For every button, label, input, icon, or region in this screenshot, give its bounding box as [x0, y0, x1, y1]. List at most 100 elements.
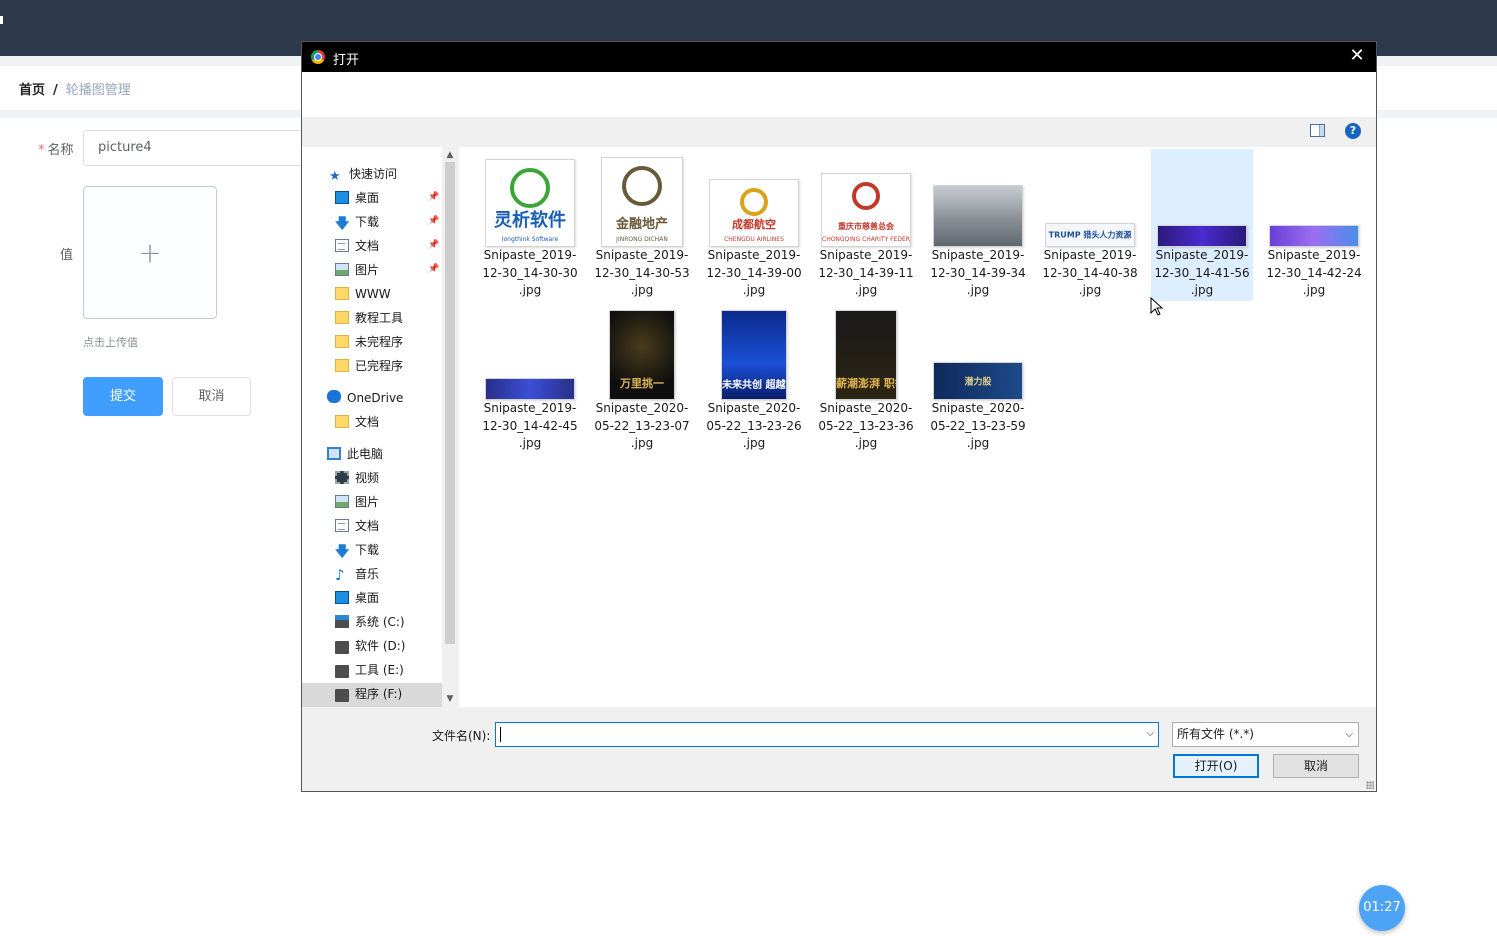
nav-this-pc[interactable]: 此电脑: [327, 444, 383, 464]
nav-item[interactable]: 文档: [335, 516, 379, 536]
nav-item-label: 文档: [355, 519, 380, 533]
nav-item-label: 音乐: [355, 567, 380, 581]
thumbnail-text: 薪潮澎湃 职等你来: [836, 377, 896, 390]
nav-item[interactable]: 🡇 下载: [335, 212, 379, 232]
file-thumbnail: 未来共创 超越梦想: [721, 310, 787, 400]
nav-item[interactable]: 文档: [335, 412, 379, 432]
logo-mark: [510, 168, 550, 208]
nav-item[interactable]: 文档: [335, 236, 379, 256]
nav-item-selected[interactable]: 程序 (F:): [335, 684, 402, 704]
file-tile[interactable]: 万里挑一 Snipaste_2020- 05-22_13-23-07 .jpg: [591, 302, 693, 454]
file-name: Snipaste_2019- 12-30_14-39-34 .jpg: [927, 247, 1029, 300]
file-tile[interactable]: 薪潮澎湃 职等你来 Snipaste_2020- 05-22_13-23-36 .jp…: [815, 302, 917, 454]
file-name-line: 12-30_14-39-34: [930, 265, 1026, 280]
file-tile[interactable]: 成都航空 CHENGDU AIRLINES Snipaste_2019- 12-30_…: [703, 149, 805, 301]
close-icon[interactable]: ✕: [1346, 45, 1368, 67]
picture-icon: [335, 263, 349, 276]
logo-mark: [740, 188, 768, 216]
nav-item[interactable]: 未完程序: [335, 332, 403, 352]
thumbnail-area: 未来共创 超越梦想: [707, 306, 801, 400]
file-thumbnail: [1157, 225, 1247, 247]
file-tile[interactable]: TRUMP 猎头人力资源 Snipaste_2019- 12-30_14-40-38…: [1039, 149, 1141, 301]
open-button[interactable]: 打开(O): [1173, 754, 1259, 778]
nav-item[interactable]: 软件 (D:): [335, 636, 405, 656]
nav-item[interactable]: 教程工具: [335, 308, 403, 328]
download-icon: 🡇: [335, 544, 350, 560]
nav-item[interactable]: 图片: [335, 492, 379, 512]
nav-item[interactable]: 桌面: [335, 188, 379, 208]
pin-icon[interactable]: 📌: [428, 216, 439, 226]
file-thumbnail: 灵析软件 longthink Software: [485, 159, 575, 247]
thumbnail-area: [931, 153, 1025, 247]
file-tile[interactable]: Snipaste_2019- 12-30_14-39-34 .jpg: [927, 149, 1029, 301]
nav-item-label: 程序 (F:): [355, 687, 403, 701]
mouse-cursor-icon: [1150, 297, 1164, 316]
thumbnail-area: 重庆市慈善总会 CHONGQING CHARITY FEDERATION: [819, 153, 913, 247]
scroll-down-icon[interactable]: ▼: [442, 692, 458, 706]
file-tile[interactable]: Snipaste_2019- 12-30_14-42-45 .jpg: [479, 302, 581, 454]
file-tile[interactable]: Snipaste_2019- 12-30_14-42-24 .jpg: [1263, 149, 1365, 301]
filename-label: 文件名(N):: [432, 729, 491, 743]
file-name-line: 12-30_14-39-11: [818, 265, 914, 280]
pin-icon[interactable]: 📌: [428, 240, 439, 250]
text-caret: [500, 727, 501, 742]
thumbnail-area: TRUMP 猎头人力资源: [1043, 153, 1137, 247]
pin-icon[interactable]: 📌: [428, 264, 439, 274]
filetype-select[interactable]: 所有文件 (*.*) ⌵: [1172, 722, 1359, 747]
nav-item-label: 此电脑: [347, 447, 384, 461]
image-uploader[interactable]: +: [83, 186, 217, 319]
cloud-icon: [327, 390, 341, 403]
file-tile[interactable]: 金融地产 JINRONG DICHAN Snipaste_2019- 12-30_14…: [591, 149, 693, 301]
nav-item[interactable]: ♪ 音乐: [335, 564, 379, 584]
picture-icon: [335, 495, 349, 508]
form-cancel-button[interactable]: 取消: [172, 377, 251, 416]
breadcrumb-home[interactable]: 首页: [19, 83, 45, 98]
nav-item[interactable]: 系统 (C:): [335, 612, 405, 632]
timer-badge[interactable]: 01:27: [1359, 885, 1405, 931]
file-name: Snipaste_2020- 05-22_13-23-26 .jpg: [703, 400, 805, 453]
nav-scrollbar-thumb[interactable]: [445, 162, 455, 644]
nav-item[interactable]: 桌面: [335, 588, 379, 608]
thumbnail-area: [1155, 153, 1249, 247]
file-tile[interactable]: 未来共创 超越梦想 Snipaste_2020- 05-22_13-23-26 .jp…: [703, 302, 805, 454]
file-name: Snipaste_2020- 05-22_13-23-36 .jpg: [815, 400, 917, 453]
help-icon[interactable]: ?: [1345, 123, 1361, 139]
nav-quick-access[interactable]: ★ 快速访问: [329, 164, 397, 184]
open-file-dialog: 打开 ✕ ? ★ 快速访问桌面 📌 🡇 下载 📌 文档 📌 图片 📌 WWW 教程工具未完程序已完程序…: [301, 41, 1377, 792]
submit-button[interactable]: 提交: [83, 377, 163, 416]
resize-grip-icon[interactable]: [1366, 781, 1374, 789]
nav-item[interactable]: 已完程序: [335, 356, 403, 376]
nav-item[interactable]: 图片: [335, 260, 379, 280]
file-tile[interactable]: 灵析软件 longthink Software Snipaste_2019- 12-3…: [479, 149, 581, 301]
address-bar[interactable]: [302, 72, 1376, 117]
chevron-down-icon[interactable]: ⌵: [1146, 728, 1154, 739]
file-list: 灵析软件 longthink Software Snipaste_2019- 12-3…: [459, 147, 1376, 707]
scroll-up-icon[interactable]: ▲: [442, 148, 458, 162]
nav-item[interactable]: 工具 (E:): [335, 660, 404, 680]
filename-input[interactable]: ⌵: [495, 722, 1159, 747]
nav-item[interactable]: WWW: [335, 284, 391, 304]
nav-item[interactable]: 🡇 下载: [335, 540, 379, 560]
file-name-line: 12-30_14-30-30: [482, 265, 578, 280]
desktop-icon: [335, 591, 349, 604]
file-name-line: Snipaste_2019-: [931, 248, 1025, 262]
upload-tip: 点击上传值: [83, 336, 138, 349]
nav-item[interactable]: 视频: [335, 468, 379, 488]
cancel-button[interactable]: 取消: [1273, 754, 1359, 778]
folder-icon: [335, 287, 349, 300]
folder-icon: [335, 415, 349, 428]
file-tile[interactable]: 重庆市慈善总会 CHONGQING CHARITY FEDERATION Snipa…: [815, 149, 917, 301]
file-tile[interactable]: 潜力股 Snipaste_2020- 05-22_13-23-59 .jpg: [927, 302, 1029, 454]
dialog-titlebar[interactable]: 打开 ✕: [302, 42, 1376, 72]
nav-onedrive[interactable]: OneDrive: [327, 388, 403, 408]
logo-mark: [622, 166, 662, 206]
file-tile[interactable]: Snipaste_2019- 12-30_14-41-56 .jpg: [1151, 149, 1253, 301]
logo-mark: [852, 182, 880, 210]
pin-icon[interactable]: 📌: [428, 192, 439, 202]
folder-icon: [335, 335, 349, 348]
preview-pane-icon[interactable]: [1310, 124, 1325, 137]
file-name-line: .jpg: [854, 436, 878, 450]
file-name-line: .jpg: [742, 436, 766, 450]
name-input[interactable]: picture4: [83, 130, 313, 166]
file-name-line: .jpg: [630, 436, 654, 450]
